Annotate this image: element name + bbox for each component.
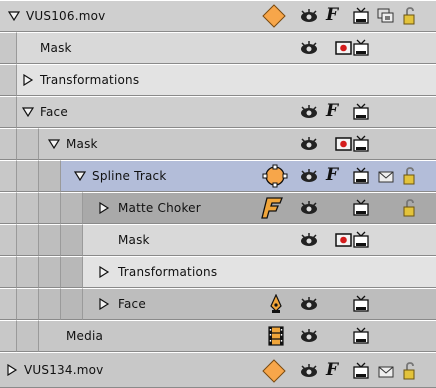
visibility-eye-icon[interactable] (299, 134, 319, 154)
tree-row-mask[interactable]: Mask (0, 32, 436, 64)
visibility-eye-icon[interactable] (299, 166, 319, 186)
lock-open-icon[interactable] (400, 361, 420, 381)
visibility-eye-icon[interactable] (299, 294, 319, 314)
tree-row-vus134[interactable]: VUS134.mov F (0, 352, 436, 388)
monitor-output-icon[interactable] (351, 38, 371, 58)
tree-row-vus106[interactable]: VUS106.mov F (0, 0, 436, 32)
visibility-eye-icon[interactable] (299, 230, 319, 250)
spline-track-circle-icon[interactable] (262, 164, 288, 188)
row-label: Media (66, 329, 104, 343)
tree-row-transformations[interactable]: Transformations (0, 64, 436, 96)
pen-tool-icon[interactable] (266, 294, 286, 314)
disclosure-triangle-closed-icon[interactable] (98, 298, 110, 310)
disclosure-triangle-closed-icon[interactable] (22, 74, 34, 86)
monitor-output-icon[interactable] (351, 230, 371, 250)
disclosure-triangle-open-icon[interactable] (22, 107, 34, 117)
disclosure-triangle-open-icon[interactable] (48, 139, 60, 149)
monitor-output-icon[interactable] (351, 326, 371, 346)
monitor-output-icon[interactable] (351, 134, 371, 154)
tree-row-mask-inner[interactable]: Mask (0, 224, 436, 256)
tree-row-spline-track[interactable]: Spline Track F (0, 160, 436, 192)
monitor-output-icon[interactable] (351, 102, 371, 122)
row-label: Mask (66, 137, 98, 151)
lock-open-icon[interactable] (400, 166, 420, 186)
row-label: Mask (40, 41, 72, 55)
tree-row-media[interactable]: Media (0, 320, 436, 352)
visibility-eye-icon[interactable] (299, 38, 319, 58)
keyframe-diamond-icon[interactable] (262, 359, 286, 383)
visibility-eye-icon[interactable] (299, 198, 319, 218)
disclosure-triangle-open-icon[interactable] (74, 171, 86, 181)
tree-row-mask-group[interactable]: Mask (0, 128, 436, 160)
row-label: Spline Track (92, 169, 167, 183)
monitor-output-icon[interactable] (351, 198, 371, 218)
row-label: Mask (118, 233, 150, 247)
monitor-output-icon[interactable] (351, 361, 371, 381)
row-label: Transformations (40, 73, 140, 87)
tree-row-matte-choker[interactable]: Matte Choker (0, 192, 436, 224)
lock-open-icon[interactable] (400, 198, 420, 218)
visibility-eye-icon[interactable] (299, 102, 319, 122)
monitor-output-icon[interactable] (351, 166, 371, 186)
disclosure-triangle-closed-icon[interactable] (98, 202, 110, 214)
monitor-output-icon[interactable] (351, 6, 371, 26)
layer-tree: VUS106.mov F Mask Transformations Face F… (0, 0, 436, 388)
visibility-eye-icon[interactable] (299, 361, 319, 381)
row-label: Transformations (118, 265, 218, 279)
row-label: Face (40, 105, 68, 119)
lock-open-icon[interactable] (400, 6, 420, 26)
disclosure-triangle-open-icon[interactable] (8, 11, 20, 21)
stacked-layers-icon[interactable] (376, 6, 396, 26)
keyframe-diamond-icon[interactable] (262, 4, 286, 28)
matte-envelope-icon[interactable] (376, 361, 396, 381)
disclosure-triangle-closed-icon[interactable] (6, 364, 18, 376)
monitor-output-icon[interactable] (351, 294, 371, 314)
row-label: VUS106.mov (26, 9, 106, 23)
disclosure-triangle-closed-icon[interactable] (98, 266, 110, 278)
row-label: Matte Choker (118, 201, 201, 215)
matte-envelope-icon[interactable] (376, 166, 396, 186)
row-label: Face (118, 297, 146, 311)
film-strip-icon[interactable] (266, 326, 286, 346)
visibility-eye-icon[interactable] (299, 326, 319, 346)
tree-row-face[interactable]: Face F (0, 96, 436, 128)
visibility-eye-icon[interactable] (299, 6, 319, 26)
row-label: VUS134.mov (24, 363, 104, 377)
tree-row-transformations-inner[interactable]: Transformations (0, 256, 436, 288)
tree-row-face-inner[interactable]: Face (0, 288, 436, 320)
